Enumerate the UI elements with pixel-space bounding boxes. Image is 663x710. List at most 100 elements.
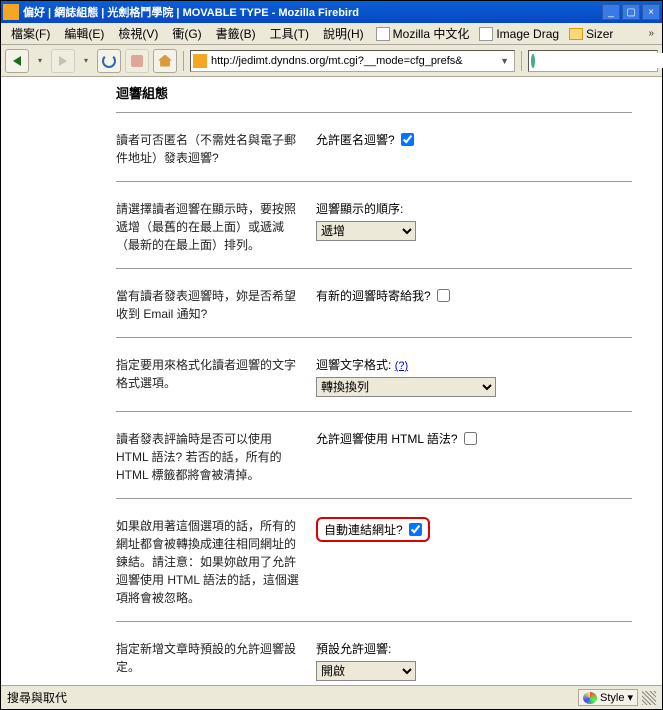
style-label: Style — [600, 692, 624, 704]
anonymous-field[interactable]: 允許匿名迴響? — [316, 131, 414, 148]
format-text: 迴響文字格式: — [316, 358, 391, 372]
forward-dropdown[interactable] — [79, 49, 93, 73]
status-text: 搜尋與取代 — [7, 689, 578, 706]
highlight-box: 自動連結網址? — [316, 517, 430, 542]
url-dropdown[interactable]: ▼ — [497, 56, 512, 66]
autolink-field[interactable]: 自動連結網址? — [324, 521, 422, 538]
stop-icon — [131, 55, 143, 67]
autolink-checkbox[interactable] — [409, 523, 422, 536]
palette-icon — [583, 692, 597, 704]
bookmark-label: Sizer — [586, 27, 613, 41]
row-autolink: 如果啟用著這個選項的話，所有的網址都會被轉換成連往相同網址的鍊結。請注意：如果妳… — [116, 499, 632, 622]
window-title: 偏好 | 網誌組態 | 光劍格鬥學院 | MOVABLE TYPE - Mozi… — [23, 4, 602, 20]
url-box[interactable]: ▼ — [190, 50, 515, 72]
home-icon — [158, 55, 172, 67]
control-order: 迴響顯示的順序: 遞增 — [316, 200, 632, 254]
arrow-left-icon — [13, 56, 21, 66]
reload-icon — [102, 54, 116, 68]
ctl-label: 預設允許迴響: — [316, 640, 632, 657]
row-anonymous: 讀者可否匿名（不需姓名與電子郵件地址）發表迴響? 允許匿名迴響? — [116, 113, 632, 182]
order-select[interactable]: 遞增 — [316, 221, 416, 241]
back-button[interactable] — [5, 49, 29, 73]
search-box[interactable] — [528, 50, 658, 72]
format-select[interactable]: 轉換換列 — [316, 377, 496, 397]
section-title: 迴響組態 — [116, 77, 632, 113]
menu-bookmarks[interactable]: 書籤(B) — [210, 23, 262, 44]
label-autolink: 如果啟用著這個選項的話，所有的網址都會被轉換成連往相同網址的鍊結。請注意：如果妳… — [116, 517, 316, 607]
html-checkbox[interactable] — [464, 432, 477, 445]
ctl-label: 允許迴響使用 HTML 語法? — [316, 430, 458, 447]
forward-button[interactable] — [51, 49, 75, 73]
menu-help[interactable]: 說明(H) — [317, 23, 370, 44]
bookmark-sizer[interactable]: Sizer — [565, 25, 617, 43]
page-icon — [376, 27, 390, 41]
ctl-label: 允許匿名迴響? — [316, 131, 395, 148]
menu-tools[interactable]: 工具(T) — [264, 23, 315, 44]
reload-button[interactable] — [97, 49, 121, 73]
ctl-label: 自動連結網址? — [324, 521, 403, 538]
minimize-button[interactable]: _ — [602, 4, 620, 20]
separator — [521, 51, 522, 71]
label-html: 讀者發表評論時是否可以使用 HTML 語法? 若否的話，所有的 HTML 標籤都… — [116, 430, 316, 484]
menu-edit[interactable]: 編輯(E) — [58, 23, 110, 44]
back-dropdown[interactable] — [33, 49, 47, 73]
label-order: 請選擇讀者迴響在顯示時，要按照遞增（最舊的在最上面）或遞減（最新的在最上面）排列… — [116, 200, 316, 254]
chevron-down-icon: ▾ — [627, 691, 633, 704]
label-anonymous: 讀者可否匿名（不需姓名與電子郵件地址）發表迴響? — [116, 131, 316, 167]
notify-checkbox[interactable] — [437, 289, 450, 302]
ctl-label: 有新的迴響時寄給我? — [316, 287, 431, 304]
label-notify: 當有讀者發表迴響時，妳是否希望收到 Email 通知? — [116, 287, 316, 323]
app-icon — [3, 4, 19, 20]
close-button[interactable]: × — [642, 4, 660, 20]
status-bar: 搜尋與取代 Style ▾ — [1, 685, 662, 709]
window-titlebar: 偏好 | 網誌組態 | 光劍格鬥學院 | MOVABLE TYPE - Mozi… — [1, 1, 662, 23]
control-autolink: 自動連結網址? — [316, 517, 632, 607]
menu-view[interactable]: 檢視(V) — [112, 23, 164, 44]
folder-icon — [569, 28, 583, 40]
bookmark-label: Mozilla 中文化 — [393, 25, 470, 42]
row-default: 指定新增文章時預設的允許迴響設定。 預設允許迴響: 開啟 — [116, 622, 632, 685]
ctl-label: 迴響文字格式: (?) — [316, 356, 632, 373]
ctl-label: 迴響顯示的順序: — [316, 200, 632, 217]
arrow-right-icon — [59, 56, 67, 66]
html-field[interactable]: 允許迴響使用 HTML 語法? — [316, 430, 477, 447]
stop-button[interactable] — [125, 49, 149, 73]
resize-grip[interactable] — [642, 691, 656, 705]
row-order: 請選擇讀者迴響在顯示時，要按照遞增（最舊的在最上面）或遞減（最新的在最上面）排列… — [116, 182, 632, 269]
row-html: 讀者發表評論時是否可以使用 HTML 語法? 若否的話，所有的 HTML 標籤都… — [116, 412, 632, 499]
label-default: 指定新增文章時預設的允許迴響設定。 — [116, 640, 316, 681]
help-link[interactable]: (?) — [395, 360, 408, 372]
separator — [183, 51, 184, 71]
favicon — [193, 54, 207, 68]
page-icon — [479, 27, 493, 41]
url-input[interactable] — [211, 55, 497, 67]
search-input[interactable] — [535, 53, 663, 68]
anonymous-checkbox[interactable] — [401, 133, 414, 146]
left-gutter — [1, 77, 116, 685]
search-icon — [531, 54, 535, 68]
overflow-chevron[interactable]: » — [644, 28, 658, 39]
menu-bar: 檔案(F) 編輯(E) 檢視(V) 衝(G) 書籤(B) 工具(T) 說明(H)… — [1, 23, 662, 45]
main-form: 迴響組態 讀者可否匿名（不需姓名與電子郵件地址）發表迴響? 允許匿名迴響? 請選… — [116, 77, 662, 685]
bookmark-mozilla[interactable]: Mozilla 中文化 — [372, 23, 474, 44]
style-button[interactable]: Style ▾ — [578, 689, 638, 706]
bookmark-imagedrag[interactable]: Image Drag — [475, 25, 563, 43]
default-select[interactable]: 開啟 — [316, 661, 416, 681]
menu-file[interactable]: 檔案(F) — [5, 23, 56, 44]
control-html: 允許迴響使用 HTML 語法? — [316, 430, 632, 484]
control-default: 預設允許迴響: 開啟 — [316, 640, 632, 681]
home-button[interactable] — [153, 49, 177, 73]
menu-go[interactable]: 衝(G) — [166, 23, 207, 44]
control-anonymous: 允許匿名迴響? — [316, 131, 632, 167]
bookmark-label: Image Drag — [496, 27, 559, 41]
control-format: 迴響文字格式: (?) 轉換換列 — [316, 356, 632, 397]
label-format: 指定要用來格式化讀者迴響的文字格式選項。 — [116, 356, 316, 397]
window-buttons: _ ▢ × — [602, 4, 660, 20]
maximize-button[interactable]: ▢ — [622, 4, 640, 20]
page-content: 迴響組態 讀者可否匿名（不需姓名與電子郵件地址）發表迴響? 允許匿名迴響? 請選… — [1, 77, 662, 685]
row-format: 指定要用來格式化讀者迴響的文字格式選項。 迴響文字格式: (?) 轉換換列 — [116, 338, 632, 412]
control-notify: 有新的迴響時寄給我? — [316, 287, 632, 323]
notify-field[interactable]: 有新的迴響時寄給我? — [316, 287, 450, 304]
navigation-toolbar: ▼ — [1, 45, 662, 77]
row-notify: 當有讀者發表迴響時，妳是否希望收到 Email 通知? 有新的迴響時寄給我? — [116, 269, 632, 338]
